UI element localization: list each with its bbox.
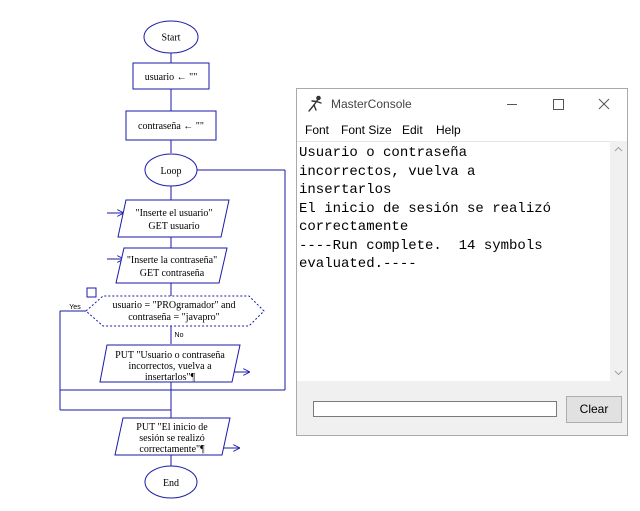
assign-contrasena-label: contraseña ← "" [138, 121, 204, 132]
yes-label: Yes [69, 304, 81, 311]
output-line: insertarlos [299, 182, 392, 198]
menu-font[interactable]: Font [305, 123, 329, 137]
output-success-line2: sesión se realizó [139, 433, 205, 444]
input-contrasena-line1: "Inserte la contraseña" [127, 255, 217, 266]
output-error-line3: insertarlos"¶ [145, 372, 196, 383]
output-success-line3: correctamente"¶ [139, 444, 205, 455]
loop-label: Loop [160, 166, 181, 177]
end-label: End [163, 478, 179, 489]
window-title: MasterConsole [331, 97, 412, 111]
menu-help[interactable]: Help [436, 123, 461, 137]
menu-bar: Font Font Size Edit Help [297, 119, 627, 141]
decision-line1: usuario = "PROgramador" and [113, 300, 236, 311]
output-line: Usuario o contraseña [299, 145, 468, 161]
assign-usuario-label: usuario ← "" [145, 72, 198, 83]
output-success-line1: PUT "El inicio de [136, 422, 208, 433]
masterconsole-window: MasterConsole Font Font Size Edit Help U… [296, 88, 628, 436]
vertical-scrollbar[interactable] [610, 141, 627, 381]
title-bar[interactable]: MasterConsole [297, 89, 627, 119]
close-icon[interactable] [581, 89, 627, 119]
output-line: El inicio de sesión se realizó [299, 200, 552, 217]
input-contrasena-line2: GET contraseña [140, 268, 205, 279]
minimize-icon[interactable] [489, 89, 535, 119]
input-usuario-line1: "Inserte el usuario" [135, 208, 212, 219]
output-line: correctamente [299, 219, 409, 235]
start-label: Start [162, 33, 181, 44]
output-error-line1: PUT "Usuario o contraseña [115, 350, 225, 361]
menu-font-size[interactable]: Font Size [341, 123, 392, 137]
menu-edit[interactable]: Edit [402, 123, 423, 137]
decision-line2: contraseña = "javapro" [128, 312, 220, 323]
output-line: incorrectos, vuelva a [299, 163, 476, 180]
stick-figure-app-icon [308, 95, 322, 112]
collapse-box-icon[interactable] [86, 287, 97, 298]
input-usuario-line2: GET usuario [148, 221, 199, 232]
output-line: ----Run complete. 14 symbols [299, 237, 543, 254]
clear-button[interactable]: Clear [566, 396, 622, 423]
console-output[interactable]: Usuario o contraseña incorrectos, vuelva … [297, 141, 610, 381]
flowchart: Start usuario ← "" contraseña ← "" Loop … [59, 20, 286, 499]
scroll-up-icon[interactable] [610, 141, 627, 158]
console-input[interactable] [313, 401, 557, 417]
maximize-icon[interactable] [535, 89, 581, 119]
output-error-line2: incorrectos, vuelva a [128, 361, 212, 372]
no-label: No [175, 332, 184, 339]
output-line: evaluated.---- [299, 256, 417, 272]
scroll-down-icon[interactable] [610, 364, 627, 381]
